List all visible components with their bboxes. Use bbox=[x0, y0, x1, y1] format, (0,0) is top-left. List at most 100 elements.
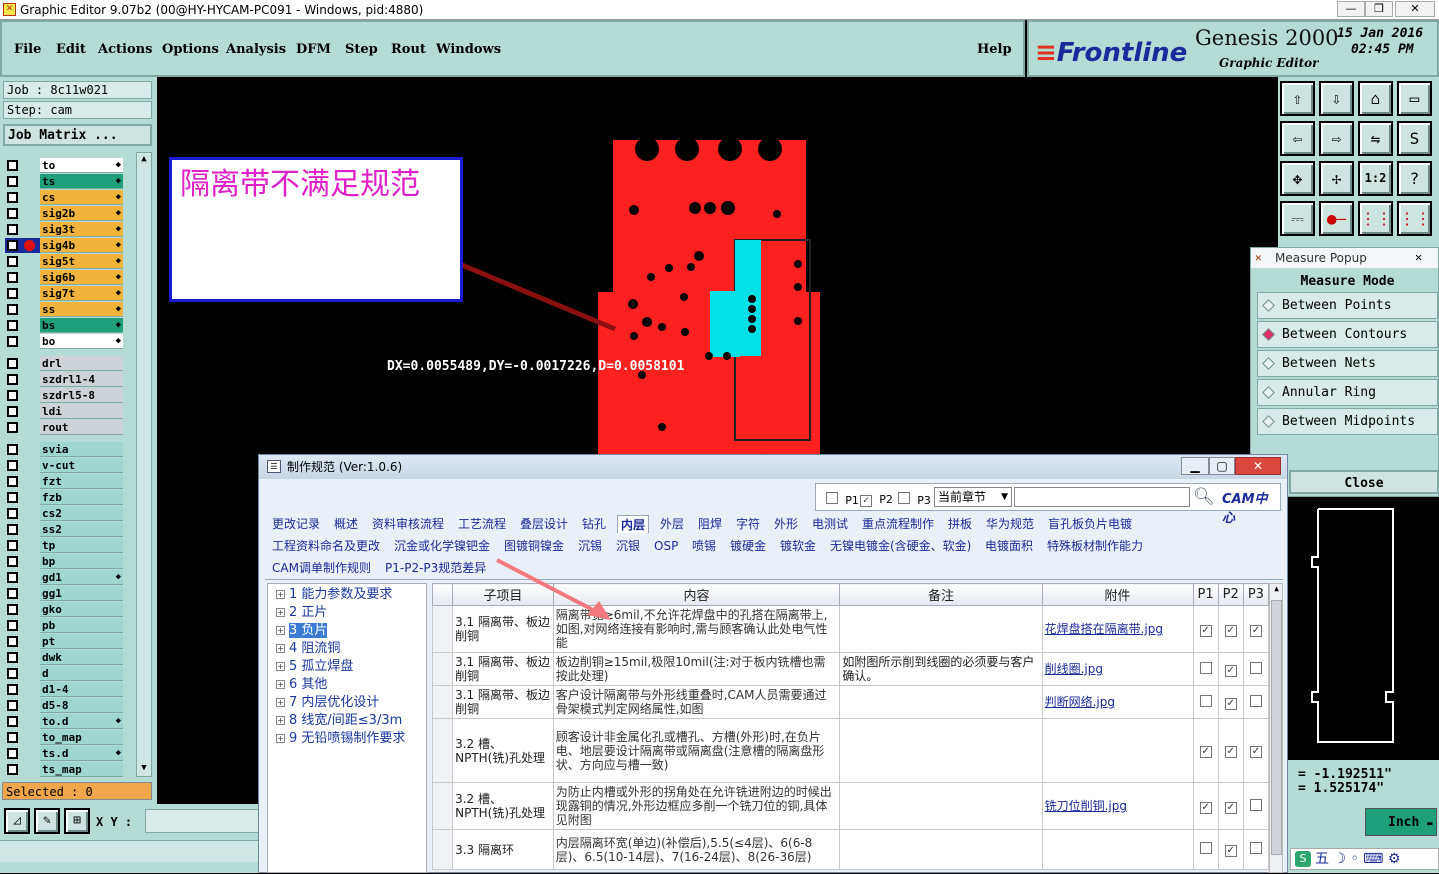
menu-dfm[interactable]: DFM bbox=[296, 42, 331, 57]
layer-checkbox[interactable] bbox=[7, 604, 18, 615]
pan-right-button[interactable]: ⇨ bbox=[1319, 121, 1354, 156]
layer-name[interactable]: gd1 ◆ bbox=[40, 570, 123, 585]
layer-checkbox[interactable] bbox=[7, 748, 18, 759]
layer-row-cs[interactable]: cs ◆ bbox=[5, 190, 123, 205]
layer-name[interactable]: ts.d ◆ bbox=[40, 746, 123, 761]
job-matrix-button[interactable]: Job Matrix ... bbox=[3, 124, 152, 146]
scroll-down-icon[interactable]: ▼ bbox=[138, 763, 150, 775]
draw-tool-button[interactable]: ◿ bbox=[4, 808, 30, 834]
ime-toolbar[interactable]: S 五 ☽ ◦ ⌨ ⚙ bbox=[1290, 848, 1439, 870]
layer-name[interactable]: sig2b ◆ bbox=[40, 206, 123, 221]
layer-row-dwk[interactable]: dwk bbox=[5, 650, 123, 665]
layer-name[interactable]: d bbox=[40, 666, 123, 681]
layer-checkbox[interactable] bbox=[7, 556, 18, 567]
layer-row-tp[interactable]: tp bbox=[5, 538, 123, 553]
layer-row-pb[interactable]: pb bbox=[5, 618, 123, 633]
menu-analysis[interactable]: Analysis bbox=[226, 42, 286, 57]
layer-checkbox[interactable] bbox=[7, 256, 18, 267]
layer-row-svia[interactable]: svia bbox=[5, 442, 123, 457]
maximize-button[interactable]: ❐ bbox=[1365, 1, 1393, 17]
layer-row-sig6b[interactable]: sig6b ◆ bbox=[5, 270, 123, 285]
layer-row-d1-4[interactable]: d1-4 bbox=[5, 682, 123, 697]
layer-name[interactable]: rout bbox=[40, 420, 123, 435]
layer-row-gd1[interactable]: gd1 ◆ bbox=[5, 570, 123, 585]
layer-checkbox[interactable] bbox=[7, 652, 18, 663]
layer-name[interactable]: sig3t ◆ bbox=[40, 222, 123, 237]
layer-name[interactable]: d1-4 bbox=[40, 682, 123, 697]
layer-row-cs2[interactable]: cs2 bbox=[5, 506, 123, 521]
scale-button[interactable]: 1:2 bbox=[1358, 161, 1393, 196]
layer-checkbox[interactable] bbox=[7, 732, 18, 743]
minimize-button[interactable]: — bbox=[1337, 1, 1365, 17]
layer-name[interactable]: szdrl5-8 bbox=[40, 388, 123, 403]
measure-option-between-midpoints[interactable]: Between Midpoints bbox=[1257, 408, 1438, 435]
layer-checkbox[interactable] bbox=[7, 406, 18, 417]
layer-name[interactable]: ss2 bbox=[40, 522, 123, 537]
layer-row-sig2b[interactable]: sig2b ◆ bbox=[5, 206, 123, 221]
layer-name[interactable]: drl bbox=[40, 356, 123, 371]
layer-checkbox[interactable] bbox=[7, 636, 18, 647]
layer-checkbox[interactable] bbox=[7, 524, 18, 535]
layer-row-d[interactable]: d bbox=[5, 666, 123, 681]
layer-name[interactable]: dwk bbox=[40, 650, 123, 665]
net-tool-button[interactable]: ●– bbox=[1319, 201, 1354, 236]
measure-option-between-nets[interactable]: Between Nets bbox=[1257, 350, 1438, 377]
layer-name[interactable]: ldi bbox=[40, 404, 123, 419]
xy-input[interactable] bbox=[145, 809, 260, 833]
layer-checkbox[interactable] bbox=[7, 764, 18, 775]
layer-row-bp[interactable]: bp bbox=[5, 554, 123, 569]
layer-name[interactable]: ss ◆ bbox=[40, 302, 123, 317]
layer-name[interactable]: tp bbox=[40, 538, 123, 553]
help-button[interactable]: ? bbox=[1397, 161, 1432, 196]
layer-checkbox[interactable] bbox=[7, 374, 18, 385]
layer-name[interactable]: pb bbox=[40, 618, 123, 633]
layer-checkbox[interactable] bbox=[7, 700, 18, 711]
layer-row-to_map[interactable]: to_map bbox=[5, 730, 123, 745]
layer-checkbox[interactable] bbox=[7, 492, 18, 503]
layer-name[interactable]: sig7t ◆ bbox=[40, 286, 123, 301]
layer-checkbox[interactable] bbox=[7, 668, 18, 679]
layer-row-drl[interactable]: drl bbox=[5, 356, 123, 371]
layer-checkbox[interactable] bbox=[7, 684, 18, 695]
layer-checkbox[interactable] bbox=[7, 336, 18, 347]
menu-windows[interactable]: Windows bbox=[436, 42, 501, 57]
layer-row-ss[interactable]: ss ◆ bbox=[5, 302, 123, 317]
layer-row-rout[interactable]: rout bbox=[5, 420, 123, 435]
menu-rout[interactable]: Rout bbox=[391, 42, 426, 57]
layer-row-szdrl1-4[interactable]: szdrl1-4 bbox=[5, 372, 123, 387]
layer-name[interactable]: to ◆ bbox=[40, 158, 123, 173]
layer-checkbox[interactable] bbox=[7, 240, 18, 251]
layer-name[interactable]: svia bbox=[40, 442, 123, 457]
layer-name[interactable]: cs2 bbox=[40, 506, 123, 521]
layer-row-gg1[interactable]: gg1 bbox=[5, 586, 123, 601]
menu-help[interactable]: Help bbox=[977, 42, 1012, 57]
layer-checkbox[interactable] bbox=[7, 444, 18, 455]
layer-name[interactable]: to.d ◆ bbox=[40, 714, 123, 729]
mirror-button[interactable]: ⇋ bbox=[1358, 121, 1393, 156]
layer-row-ts_map[interactable]: ts_map bbox=[5, 762, 123, 777]
layer-scrollbar[interactable]: ▲ ▼ bbox=[136, 152, 152, 777]
layer-name[interactable]: fzb bbox=[40, 490, 123, 505]
layer-name[interactable]: v-cut bbox=[40, 458, 123, 473]
zoom-center-button[interactable]: ✢ bbox=[1319, 161, 1354, 196]
layer-checkbox[interactable] bbox=[7, 508, 18, 519]
layer-checkbox[interactable] bbox=[7, 540, 18, 551]
layer-checkbox[interactable] bbox=[7, 192, 18, 203]
scroll-up-icon[interactable]: ▲ bbox=[138, 154, 150, 166]
close-window-button[interactable]: ✕ bbox=[1395, 1, 1435, 17]
layer-checkbox[interactable] bbox=[7, 160, 18, 171]
edit-tool-button[interactable]: ✎ bbox=[34, 808, 60, 834]
layer-checkbox[interactable] bbox=[7, 288, 18, 299]
layer-checkbox[interactable] bbox=[7, 176, 18, 187]
layer-name[interactable]: bo ◆ bbox=[40, 334, 123, 349]
menu-edit[interactable]: Edit bbox=[56, 42, 86, 57]
measure-tool-button[interactable]: ⎓ bbox=[1280, 201, 1315, 236]
measure-option-between-contours[interactable]: Between Contours bbox=[1257, 321, 1438, 348]
layer-row-sig5t[interactable]: sig5t ◆ bbox=[5, 254, 123, 269]
layer-name[interactable]: ts ◆ bbox=[40, 174, 123, 189]
layer-name[interactable]: pt bbox=[40, 634, 123, 649]
layer-checkbox[interactable] bbox=[7, 272, 18, 283]
layer-name[interactable]: fzt bbox=[40, 474, 123, 489]
layer-checkbox[interactable] bbox=[7, 716, 18, 727]
layer-row-to[interactable]: to ◆ bbox=[5, 158, 123, 173]
